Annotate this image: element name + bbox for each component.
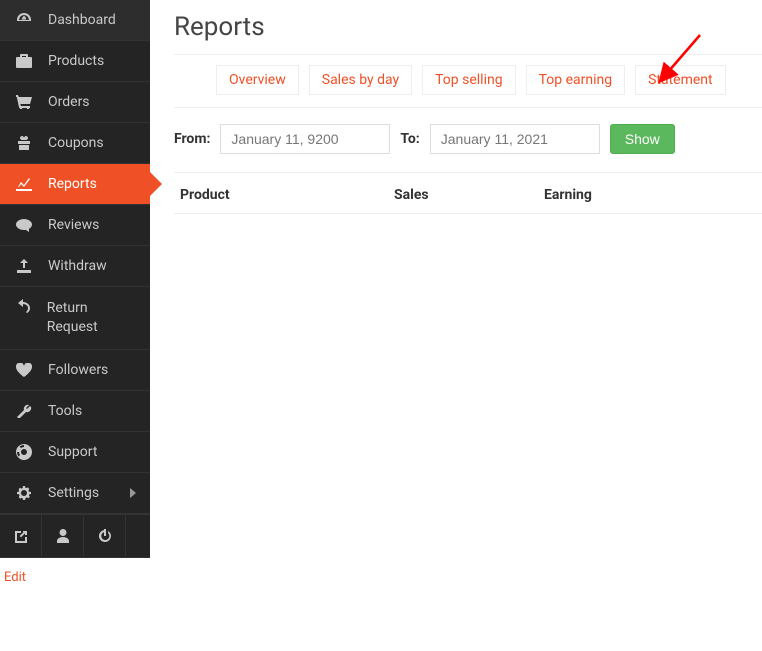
sidebar-item-label: Products xyxy=(48,53,104,69)
column-header-product: Product xyxy=(174,187,394,203)
upload-icon xyxy=(14,259,34,273)
gear-icon xyxy=(14,485,34,501)
sidebar-item-label: Support xyxy=(48,444,97,460)
sidebar-item-reviews[interactable]: Reviews xyxy=(0,205,150,246)
sidebar-item-coupons[interactable]: Coupons xyxy=(0,123,150,164)
life-ring-icon xyxy=(14,444,34,460)
sidebar-item-dashboard[interactable]: Dashboard xyxy=(0,0,150,41)
tab-statement[interactable]: Statement xyxy=(635,65,726,95)
wrench-icon xyxy=(14,404,34,418)
sidebar-item-withdraw[interactable]: Withdraw xyxy=(0,246,150,287)
user-button[interactable] xyxy=(42,515,84,557)
column-header-earning: Earning xyxy=(544,187,762,203)
chart-line-icon xyxy=(14,177,34,191)
report-tabs: Overview Sales by day Top selling Top ea… xyxy=(174,65,762,108)
table-header-row: Product Sales Earning xyxy=(174,173,762,214)
sidebar-item-label: Coupons xyxy=(48,135,104,151)
sidebar-item-label: Dashboard xyxy=(48,12,116,28)
from-date-input[interactable] xyxy=(220,124,390,154)
sidebar-item-orders[interactable]: Orders xyxy=(0,82,150,123)
comment-icon xyxy=(14,218,34,232)
sidebar: Dashboard Products Orders Coupons Report xyxy=(0,0,150,558)
sidebar-item-label: Orders xyxy=(48,94,90,110)
bottom-icon-row xyxy=(0,514,150,558)
sidebar-item-followers[interactable]: Followers xyxy=(0,350,150,391)
from-label: From: xyxy=(174,131,210,147)
tab-top-earning[interactable]: Top earning xyxy=(526,65,626,95)
sidebar-item-products[interactable]: Products xyxy=(0,41,150,82)
briefcase-icon xyxy=(14,54,34,68)
chevron-right-icon xyxy=(130,488,136,498)
sidebar-item-label: Settings xyxy=(48,485,99,501)
sidebar-item-reports[interactable]: Reports xyxy=(0,164,150,205)
main-content: Reports Overview Sales by day Top sellin… xyxy=(150,0,762,558)
to-date-input[interactable] xyxy=(430,124,600,154)
tab-top-selling[interactable]: Top selling xyxy=(422,65,515,95)
sidebar-item-return-request[interactable]: Return Request xyxy=(0,287,150,350)
sidebar-item-label: Withdraw xyxy=(48,258,107,274)
sidebar-item-label: Return Request xyxy=(47,299,136,337)
heart-icon xyxy=(14,363,34,377)
tab-sales-by-day[interactable]: Sales by day xyxy=(309,65,412,95)
sidebar-item-label: Reviews xyxy=(48,217,99,233)
sidebar-item-label: Reports xyxy=(48,176,97,192)
sidebar-item-support[interactable]: Support xyxy=(0,432,150,473)
show-button[interactable]: Show xyxy=(610,124,675,154)
dashboard-icon xyxy=(14,12,34,28)
edit-link[interactable]: Edit xyxy=(0,564,150,591)
page-title: Reports xyxy=(174,12,762,42)
sidebar-item-settings[interactable]: Settings xyxy=(0,473,150,514)
sidebar-item-label: Tools xyxy=(48,403,82,419)
sidebar-item-tools[interactable]: Tools xyxy=(0,391,150,432)
to-label: To: xyxy=(400,131,419,147)
external-link-button[interactable] xyxy=(0,515,42,557)
cart-icon xyxy=(14,95,34,109)
gift-icon xyxy=(14,136,34,150)
tab-overview[interactable]: Overview xyxy=(216,65,299,95)
column-header-sales: Sales xyxy=(394,187,544,203)
sidebar-item-label: Followers xyxy=(48,362,108,378)
date-filter-row: From: To: Show xyxy=(174,108,762,173)
power-button[interactable] xyxy=(84,515,126,557)
undo-icon xyxy=(14,299,33,313)
